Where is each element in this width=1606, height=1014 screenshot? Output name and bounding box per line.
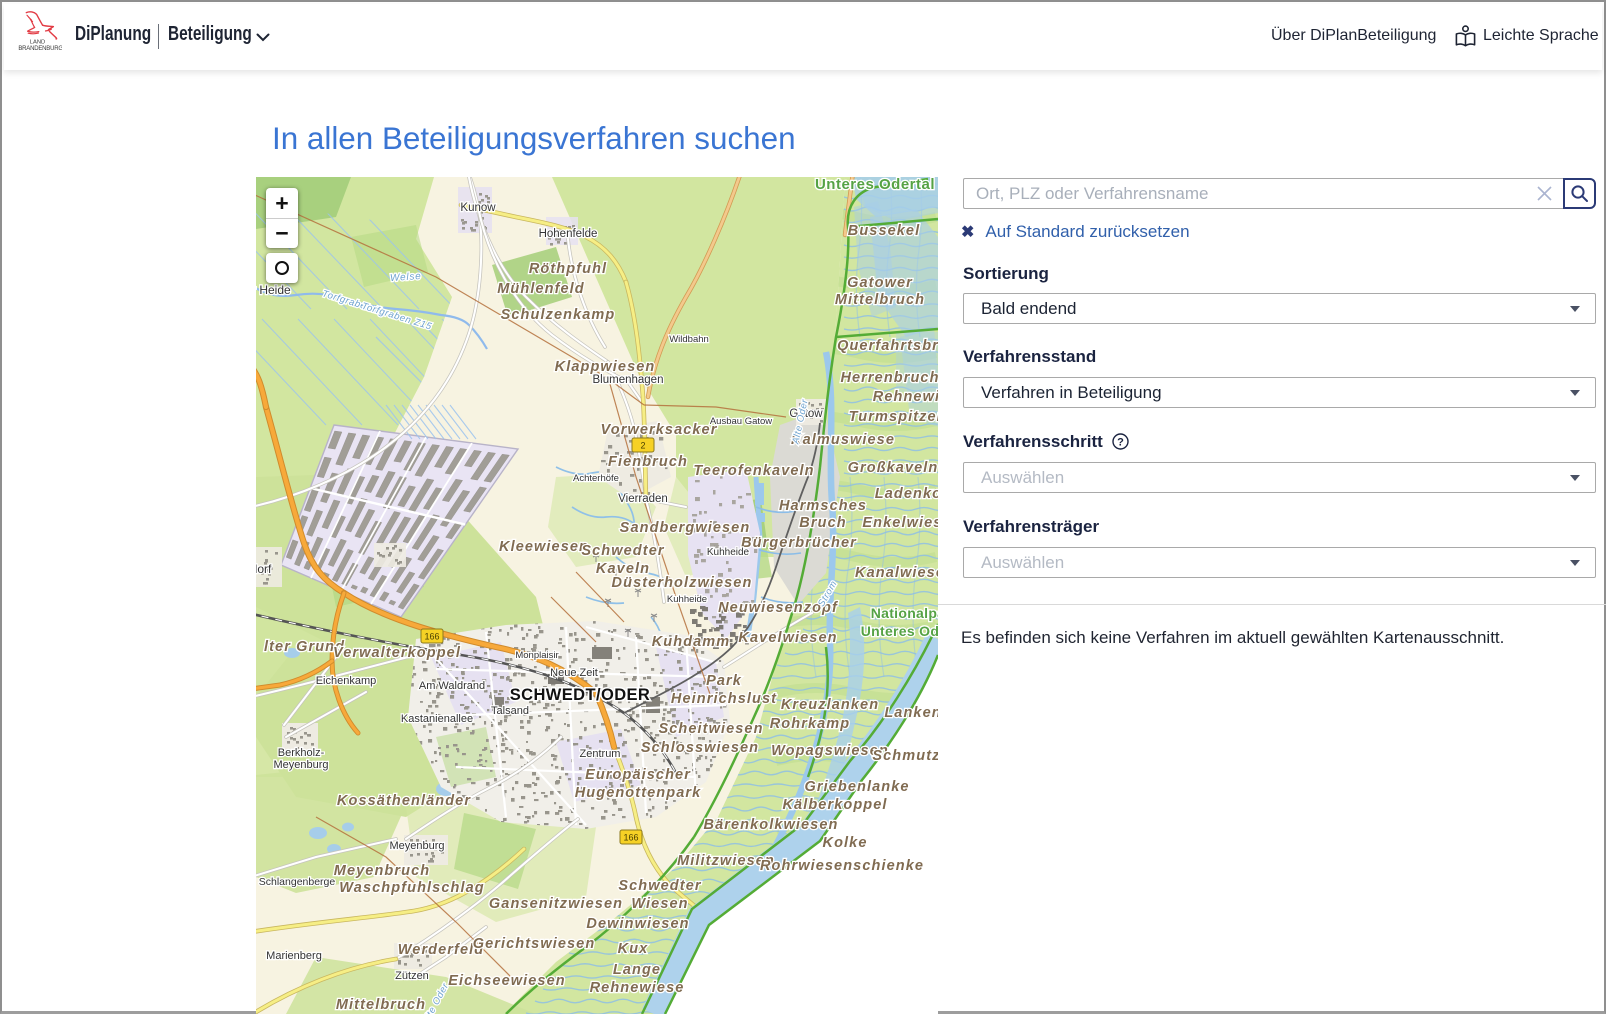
svg-text:Kuhheide: Kuhheide bbox=[707, 547, 750, 558]
svg-text:Talsand: Talsand bbox=[491, 705, 529, 717]
svg-text:Kanalwiese: Kanalwiese bbox=[855, 565, 938, 581]
svg-text:Klappwiesen: Klappwiesen bbox=[555, 359, 656, 375]
svg-text:Europäischer: Europäischer bbox=[585, 767, 691, 783]
svg-text:Zützen: Zützen bbox=[395, 970, 429, 982]
svg-text:Schmutzl: Schmutzl bbox=[872, 748, 938, 764]
svg-text:Rehnewiese: Rehnewiese bbox=[590, 980, 685, 996]
svg-text:Lankenb: Lankenb bbox=[884, 705, 938, 721]
svg-text:Eichseewiesen: Eichseewiesen bbox=[448, 973, 565, 989]
svg-text:Gansenitzwiesen: Gansenitzwiesen bbox=[489, 896, 623, 912]
svg-text:Blumenhagen: Blumenhagen bbox=[593, 374, 664, 386]
svg-text:Kastanienallee: Kastanienallee bbox=[401, 713, 473, 725]
svg-text:Verwalterkoppel: Verwalterkoppel bbox=[333, 645, 461, 661]
svg-text:Kossäthenländer: Kossäthenländer bbox=[337, 793, 471, 809]
svg-text:Herrenbruch: Herrenbruch bbox=[840, 370, 938, 386]
svg-text:166: 166 bbox=[623, 833, 638, 843]
svg-text:Schlangenberge: Schlangenberge bbox=[259, 876, 336, 888]
svg-text:Vierraden: Vierraden bbox=[618, 493, 668, 505]
svg-text:Meyenburg: Meyenburg bbox=[273, 759, 328, 771]
svg-text:Rohrwiesenschienke: Rohrwiesenschienke bbox=[760, 858, 924, 874]
svg-text:Kalmuswiese: Kalmuswiese bbox=[791, 432, 895, 448]
svg-text:Schwedter: Schwedter bbox=[581, 543, 664, 559]
svg-text:Kunow: Kunow bbox=[460, 202, 496, 214]
svg-text:Am Waldrand: Am Waldrand bbox=[419, 680, 485, 692]
svg-text:Unteres Ode: Unteres Ode bbox=[861, 623, 938, 639]
svg-text:Park: Park bbox=[706, 673, 742, 689]
svg-text:Rehnewie: Rehnewie bbox=[873, 389, 938, 405]
svg-text:Vorwerksacker: Vorwerksacker bbox=[601, 422, 718, 438]
svg-text:Welse: Welse bbox=[390, 271, 422, 284]
svg-text:Kavelwiesen: Kavelwiesen bbox=[738, 630, 837, 646]
svg-text:Achterhöfe: Achterhöfe bbox=[573, 473, 619, 484]
svg-text:LAND: LAND bbox=[30, 39, 45, 45]
svg-text:Marienberg: Marienberg bbox=[266, 950, 322, 962]
svg-text:Monplaisir: Monplaisir bbox=[515, 650, 558, 661]
svg-text:Kälberkoppel: Kälberkoppel bbox=[782, 797, 887, 813]
svg-text:Bussekel: Bussekel bbox=[848, 223, 920, 239]
svg-text:Sandbergwiesen: Sandbergwiesen bbox=[620, 520, 751, 536]
svg-text:Meyenbruch: Meyenbruch bbox=[334, 863, 430, 879]
svg-text:Harmsches: Harmsches bbox=[779, 498, 867, 514]
svg-text:Rohrkamp: Rohrkamp bbox=[770, 716, 851, 732]
svg-text:Nationalpa: Nationalpa bbox=[871, 605, 938, 621]
svg-text:Röthpfuhl: Röthpfuhl bbox=[529, 261, 607, 277]
svg-text:BRANDENBURG: BRANDENBURG bbox=[18, 46, 62, 51]
svg-text:Enkelwiese: Enkelwiese bbox=[862, 515, 938, 531]
svg-text:Schulzenkamp: Schulzenkamp bbox=[501, 307, 616, 323]
svg-text:Wildbahn: Wildbahn bbox=[669, 334, 709, 345]
svg-text:Lange: Lange bbox=[613, 962, 661, 978]
svg-text:Gerichtswiesen: Gerichtswiesen bbox=[473, 936, 596, 952]
svg-text:Kleewiesen: Kleewiesen bbox=[499, 539, 589, 555]
svg-text:Kreuzlanken: Kreuzlanken bbox=[781, 697, 879, 713]
svg-text:Hohenfelde: Hohenfelde bbox=[539, 228, 598, 240]
svg-text:Ladenkol: Ladenkol bbox=[875, 486, 938, 502]
svg-text:Dewinwiesen: Dewinwiesen bbox=[586, 916, 689, 932]
svg-text:Gatower: Gatower bbox=[847, 275, 913, 291]
svg-text:Kuhdamm: Kuhdamm bbox=[652, 634, 731, 650]
svg-text:Heinrichslust: Heinrichslust bbox=[671, 691, 777, 707]
svg-text:Waschpfuhlschlag: Waschpfuhlschlag bbox=[339, 880, 484, 896]
svg-text:Schwedter: Schwedter bbox=[618, 878, 701, 894]
svg-text:Werderfeld: Werderfeld bbox=[398, 942, 485, 958]
svg-text:Bürgerbrücher: Bürgerbrücher bbox=[741, 535, 857, 551]
svg-text:Griebenlanke: Griebenlanke bbox=[804, 779, 909, 795]
svg-text:Schlosswiesen: Schlosswiesen bbox=[641, 740, 759, 756]
svg-text:2: 2 bbox=[640, 441, 645, 451]
svg-text:Mühlenfeld: Mühlenfeld bbox=[497, 281, 585, 297]
svg-text:Teerofenkaveln: Teerofenkaveln bbox=[693, 463, 814, 479]
svg-text:166: 166 bbox=[424, 632, 439, 642]
svg-text:Scheitwiesen: Scheitwiesen bbox=[658, 721, 763, 737]
svg-text:Wopagswiesen: Wopagswiesen bbox=[771, 743, 889, 759]
svg-text:Meyenburg: Meyenburg bbox=[389, 840, 444, 852]
svg-text:Kux: Kux bbox=[618, 941, 649, 957]
svg-text:Düsterholzwiesen: Düsterholzwiesen bbox=[612, 575, 753, 591]
svg-text:Kuhheide: Kuhheide bbox=[667, 594, 707, 605]
svg-text:?: ? bbox=[1117, 436, 1124, 448]
svg-text:Kolke: Kolke bbox=[823, 835, 868, 851]
svg-text:Großkaveln: Großkaveln bbox=[848, 460, 938, 476]
svg-text:er Heide: er Heide bbox=[256, 283, 291, 297]
svg-text:Hugenottenpark: Hugenottenpark bbox=[575, 785, 702, 801]
svg-text:Bärenkolkwiesen: Bärenkolkwiesen bbox=[704, 817, 839, 833]
svg-text:Eichenkamp: Eichenkamp bbox=[316, 675, 377, 687]
svg-text:Wiesen: Wiesen bbox=[631, 896, 688, 912]
svg-text:Neue Zeit: Neue Zeit bbox=[550, 667, 598, 679]
svg-text:rsdorf: rsdorf bbox=[256, 562, 272, 576]
svg-text:Turmspitzer: Turmspitzer bbox=[849, 409, 938, 425]
svg-text:Mittelbruch: Mittelbruch bbox=[336, 997, 426, 1013]
svg-text:Ausbau Gatow: Ausbau Gatow bbox=[710, 416, 772, 427]
svg-text:Bruch: Bruch bbox=[799, 515, 846, 531]
svg-text:Mittelbruch: Mittelbruch bbox=[835, 292, 925, 308]
svg-text:Unteres Odertal: Unteres Odertal bbox=[815, 177, 935, 193]
svg-text:SCHWEDT/ODER: SCHWEDT/ODER bbox=[510, 686, 650, 704]
svg-text:Fienbruch: Fienbruch bbox=[608, 454, 688, 470]
svg-text:Querfahrtsbru: Querfahrtsbru bbox=[837, 338, 938, 354]
svg-text:Berkholz-: Berkholz- bbox=[278, 747, 325, 759]
svg-text:Zentrum: Zentrum bbox=[580, 748, 621, 760]
